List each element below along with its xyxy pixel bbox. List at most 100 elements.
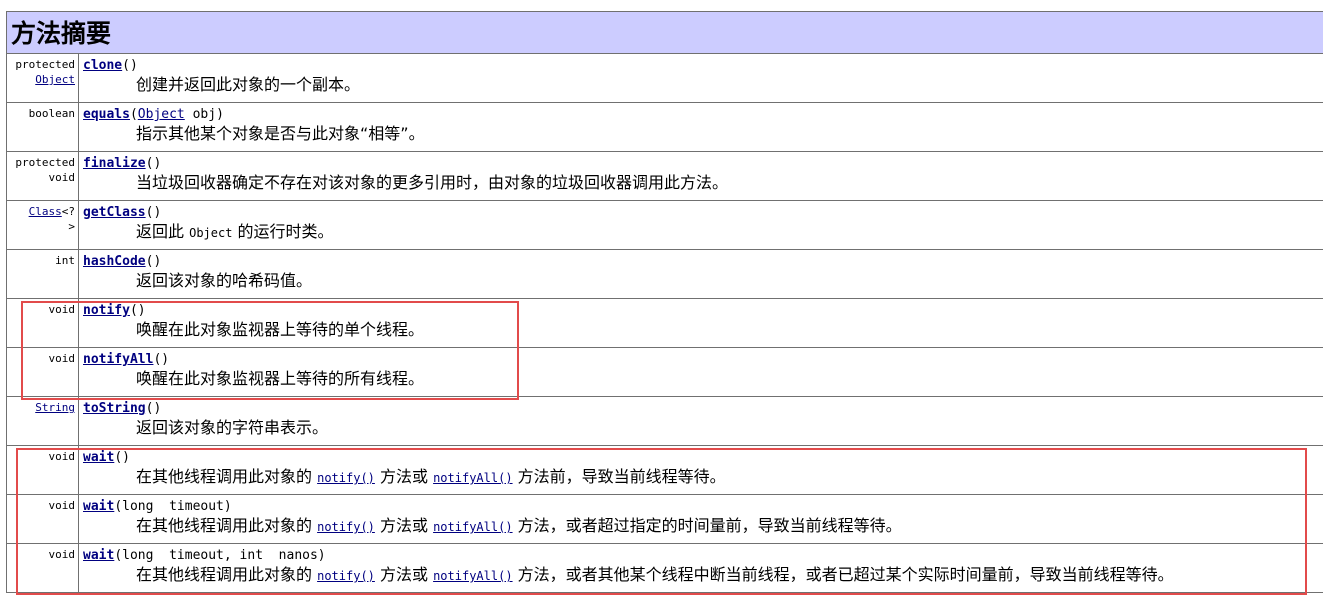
link-notify[interactable]: notify() — [317, 569, 375, 583]
desc-part: 方法，或者其他某个线程中断当前线程，或者已超过某个实际时间量前，导致当前线程等待… — [512, 565, 1174, 584]
method-params: () — [114, 450, 130, 465]
method-params: () — [145, 401, 162, 416]
return-type: void — [48, 548, 76, 561]
return-type-cell: void — [6, 494, 79, 544]
type-link-class[interactable]: Class — [29, 205, 62, 218]
return-type: void — [48, 450, 76, 463]
link-notifyall[interactable]: notifyAll() — [433, 520, 512, 534]
method-desc-cell: notify() 唤醒在此对象监视器上等待的单个线程。 — [78, 298, 1323, 348]
link-notifyall[interactable]: notifyAll() — [433, 569, 512, 583]
method-desc-cell: wait(long timeout, int nanos) 在其他线程调用此对象… — [78, 543, 1323, 593]
method-desc-cell: wait(long timeout) 在其他线程调用此对象的 notify() … — [78, 494, 1323, 544]
method-link-tostring[interactable]: toString — [83, 401, 146, 416]
type-generic-open: <? — [61, 205, 75, 218]
desc-part: 在其他线程调用此对象的 — [136, 467, 318, 486]
method-desc-cell: clone() 创建并返回此对象的一个副本。 — [78, 53, 1323, 103]
return-type: void — [48, 171, 76, 184]
return-type-cell: protected Object — [6, 53, 79, 103]
link-notifyall[interactable]: notifyAll() — [433, 471, 512, 485]
return-type-cell: void — [6, 445, 79, 495]
desc-part: 方法或 — [374, 516, 434, 535]
method-description: 在其他线程调用此对象的 notify() 方法或 notifyAll() 方法，… — [83, 515, 1323, 538]
method-description: 唤醒在此对象监视器上等待的所有线程。 — [136, 369, 425, 388]
method-link-wait-timeout-nanos[interactable]: wait — [83, 548, 114, 563]
summary-title: 方法摘要 — [11, 19, 112, 48]
return-type-cell: void — [6, 298, 79, 348]
method-link-wait[interactable]: wait — [83, 450, 114, 465]
method-link-getclass[interactable]: getClass — [83, 205, 146, 220]
params-open: ( — [129, 107, 138, 122]
desc-code: Object — [189, 226, 233, 240]
method-params: () — [153, 352, 170, 367]
method-row-clone: protected Object clone() 创建并返回此对象的一个副本。 — [6, 53, 1323, 103]
method-desc-cell: equals(Object obj) 指示其他某个对象是否与此对象“相等”。 — [78, 102, 1323, 152]
method-desc-cell: wait() 在其他线程调用此对象的 notify() 方法或 notifyAl… — [78, 445, 1323, 495]
link-notify[interactable]: notify() — [317, 471, 375, 485]
return-type: boolean — [28, 107, 75, 120]
link-notify[interactable]: notify() — [317, 520, 375, 534]
method-desc-cell: toString() 返回该对象的字符串表示。 — [78, 396, 1323, 446]
type-link-string[interactable]: String — [35, 401, 75, 414]
method-row-notifyall: void notifyAll() 唤醒在此对象监视器上等待的所有线程。 — [6, 347, 1323, 397]
method-link-clone[interactable]: clone — [83, 58, 122, 73]
desc-part: 在其他线程调用此对象的 — [136, 565, 318, 584]
return-type-cell: void — [6, 543, 79, 593]
return-type-cell: protected void — [6, 151, 79, 201]
method-link-finalize[interactable]: finalize — [83, 156, 146, 171]
method-row-finalize: protected void finalize() 当垃圾回收器确定不存在对该对… — [6, 151, 1323, 201]
return-type: void — [48, 352, 76, 365]
method-desc-cell: notifyAll() 唤醒在此对象监视器上等待的所有线程。 — [78, 347, 1323, 397]
method-row-wait-timeout-nanos: void wait(long timeout, int nanos) 在其他线程… — [6, 543, 1323, 593]
param-type-link-object[interactable]: Object — [138, 107, 185, 122]
summary-header-row: 方法摘要 — [6, 11, 1323, 54]
desc-part: 方法或 — [374, 565, 434, 584]
method-row-hashcode: int hashCode() 返回该对象的哈希码值。 — [6, 249, 1323, 299]
method-params: (long timeout, int nanos) — [114, 548, 326, 563]
method-params: () — [122, 58, 138, 73]
method-summary-table: 方法摘要 protected Object clone() 创建并返回此对象的一… — [6, 11, 1323, 593]
method-params: () — [145, 205, 162, 220]
method-description: 在其他线程调用此对象的 notify() 方法或 notifyAll() 方法，… — [83, 564, 1323, 587]
type-modifier: protected — [15, 58, 75, 71]
method-params: () — [145, 156, 162, 171]
return-type: int — [55, 254, 75, 267]
type-link-object[interactable]: Object — [35, 73, 75, 86]
return-type: void — [48, 499, 76, 512]
method-description: 返回该对象的哈希码值。 — [136, 271, 313, 290]
method-row-wait: void wait() 在其他线程调用此对象的 notify() 方法或 not… — [6, 445, 1323, 495]
method-desc-cell: hashCode() 返回该对象的哈希码值。 — [78, 249, 1323, 299]
type-generic-close: > — [68, 220, 75, 233]
return-type-cell: Class<? > — [6, 200, 79, 250]
desc-part: 方法前，导致当前线程等待。 — [512, 467, 726, 486]
return-type-cell: int — [6, 249, 79, 299]
method-params: (long timeout) — [114, 499, 232, 514]
method-row-notify: void notify() 唤醒在此对象监视器上等待的单个线程。 — [6, 298, 1323, 348]
method-row-wait-timeout: void wait(long timeout) 在其他线程调用此对象的 noti… — [6, 494, 1323, 544]
method-description: 指示其他某个对象是否与此对象“相等”。 — [136, 124, 425, 143]
method-link-notify[interactable]: notify — [83, 303, 130, 318]
method-link-wait-timeout[interactable]: wait — [83, 499, 114, 514]
desc-part: 的运行时类。 — [232, 222, 334, 241]
method-params: () — [145, 254, 162, 269]
method-description: 唤醒在此对象监视器上等待的单个线程。 — [136, 320, 425, 339]
method-description: 创建并返回此对象的一个副本。 — [136, 75, 361, 94]
method-row-getclass: Class<? > getClass() 返回此 Object 的运行时类。 — [6, 200, 1323, 250]
params-rest: obj) — [184, 107, 224, 122]
return-type-cell: boolean — [6, 102, 79, 152]
method-row-equals: boolean equals(Object obj) 指示其他某个对象是否与此对… — [6, 102, 1323, 152]
type-modifier: protected — [15, 156, 75, 169]
summary-header-cell: 方法摘要 — [6, 11, 1323, 54]
method-description: 返回此 Object 的运行时类。 — [83, 221, 1323, 244]
method-description: 在其他线程调用此对象的 notify() 方法或 notifyAll() 方法前… — [83, 466, 1323, 489]
return-type-cell: String — [6, 396, 79, 446]
method-description: 返回该对象的字符串表示。 — [136, 418, 329, 437]
desc-part: 方法，或者超过指定的时间量前，导致当前线程等待。 — [512, 516, 902, 535]
desc-part: 返回此 — [136, 222, 190, 241]
method-link-hashcode[interactable]: hashCode — [83, 254, 146, 269]
method-link-notifyall[interactable]: notifyAll — [83, 352, 153, 367]
method-desc-cell: finalize() 当垃圾回收器确定不存在对该对象的更多引用时，由对象的垃圾回… — [78, 151, 1323, 201]
method-desc-cell: getClass() 返回此 Object 的运行时类。 — [78, 200, 1323, 250]
method-link-equals[interactable]: equals — [83, 107, 130, 122]
return-type-cell: void — [6, 347, 79, 397]
desc-part: 方法或 — [374, 467, 434, 486]
